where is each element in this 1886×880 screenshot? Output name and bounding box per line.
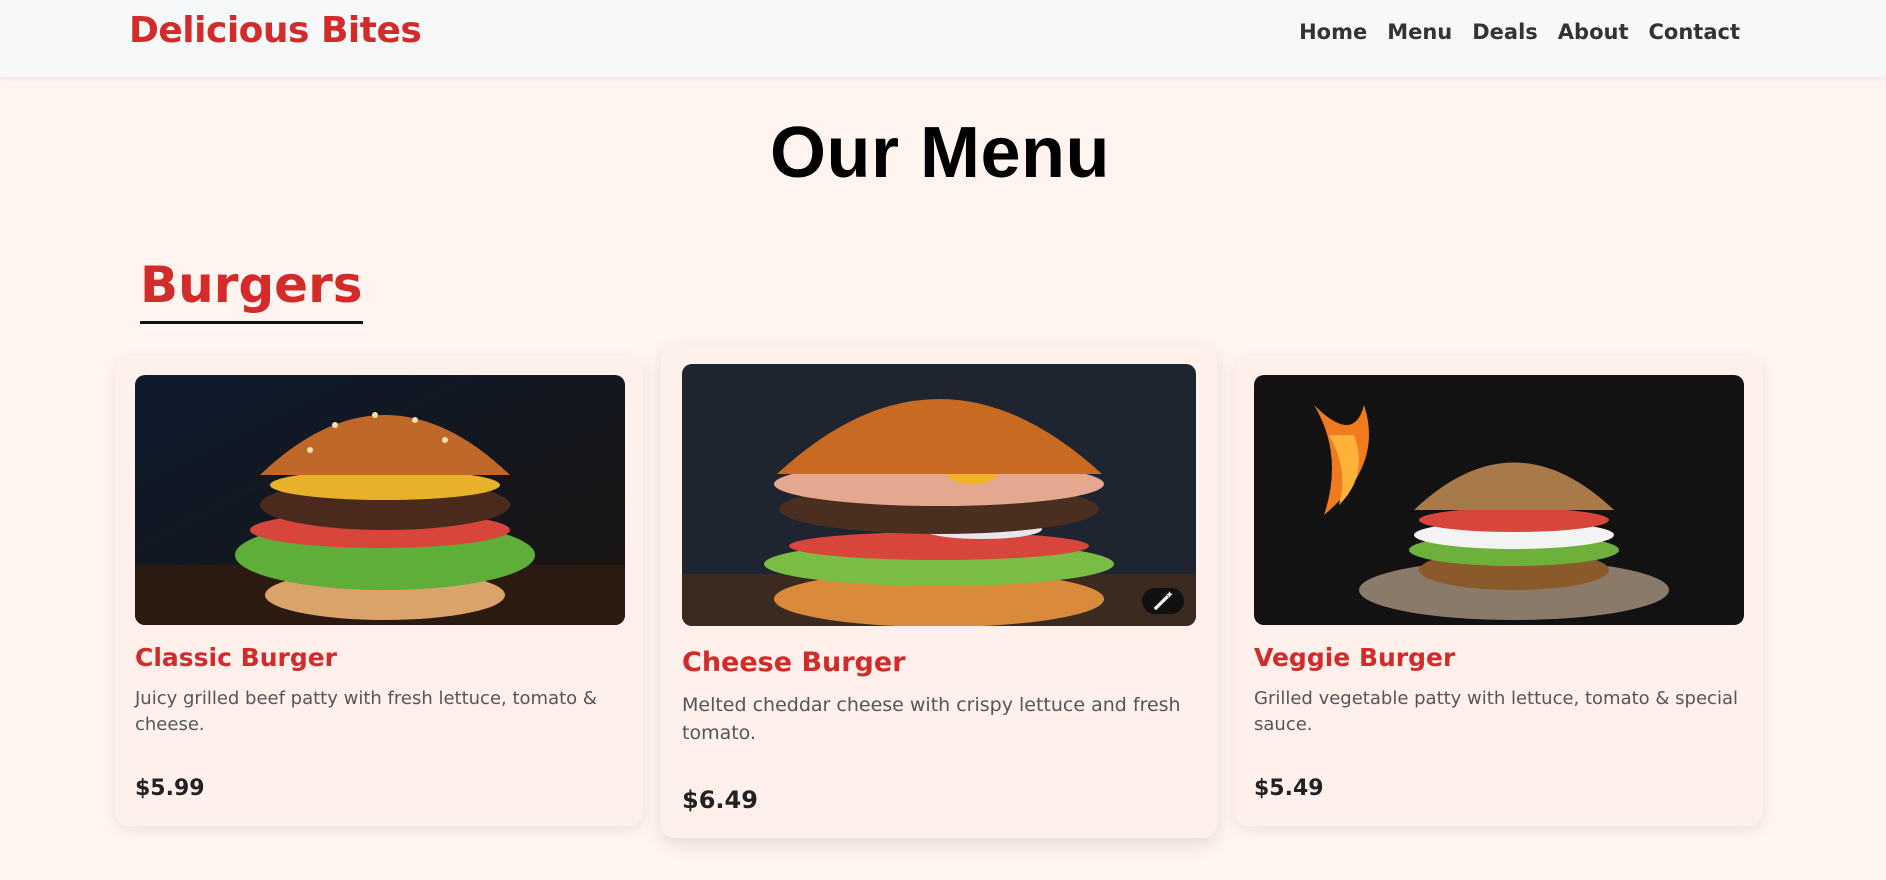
card-description: Grilled vegetable patty with lettuce, to…: [1254, 688, 1738, 736]
nav-link-deals[interactable]: Deals: [1472, 20, 1538, 44]
card-price: $5.99: [135, 776, 205, 801]
card-title: Veggie Burger: [1254, 643, 1456, 672]
card-description: Juicy grilled beef patty with fresh lett…: [135, 688, 597, 736]
menu-card-cheese-burger[interactable]: Cheese Burger Melted cheddar cheese with…: [661, 345, 1217, 838]
card-title: Classic Burger: [135, 643, 338, 672]
nav-link-contact[interactable]: Contact: [1649, 20, 1741, 44]
card-description: Melted cheddar cheese with crispy lettuc…: [682, 694, 1181, 744]
burger-photo: [1254, 375, 1744, 625]
navbar: Delicious Bites Home Menu Deals About Co…: [0, 0, 1886, 77]
magic-edit-icon[interactable]: [1142, 588, 1184, 614]
brand-logo[interactable]: Delicious Bites: [129, 10, 422, 51]
menu-card-classic-burger[interactable]: Classic Burger Juicy grilled beef patty …: [115, 356, 643, 826]
card-title: Cheese Burger: [682, 647, 906, 678]
nav-link-about[interactable]: About: [1558, 20, 1629, 44]
card-price: $5.49: [1254, 776, 1324, 801]
section-title: Burgers: [140, 252, 363, 324]
nav-link-home[interactable]: Home: [1299, 20, 1367, 44]
nav-link-menu[interactable]: Menu: [1387, 20, 1452, 44]
card-price: $6.49: [682, 786, 758, 814]
nav-links: Home Menu Deals About Contact: [1299, 20, 1740, 44]
menu-card-veggie-burger[interactable]: Veggie Burger Grilled vegetable patty wi…: [1235, 356, 1763, 826]
burger-photo: [682, 364, 1196, 626]
page-title: Our Menu: [770, 113, 1110, 193]
burger-photo: [135, 375, 625, 625]
